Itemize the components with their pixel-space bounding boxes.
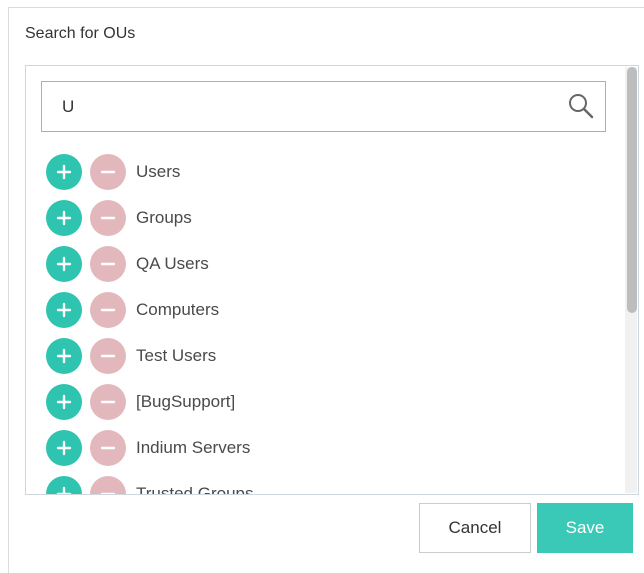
ou-label: Users [136, 162, 181, 181]
remove-ou-button[interactable] [90, 338, 126, 374]
add-ou-button[interactable] [46, 292, 82, 328]
ou-list: Users Groups QA Users Computers Test Users [B… [46, 154, 606, 495]
list-item: Computers [46, 292, 606, 338]
remove-ou-button[interactable] [90, 292, 126, 328]
list-item: [BugSupport] [46, 384, 606, 430]
remove-ou-button[interactable] [90, 384, 126, 420]
plus-icon [56, 440, 72, 456]
remove-ou-button[interactable] [90, 430, 126, 466]
ou-label: [BugSupport] [136, 392, 236, 411]
add-ou-button[interactable] [46, 384, 82, 420]
cancel-button[interactable]: Cancel [419, 503, 531, 553]
plus-icon [56, 394, 72, 410]
list-item: Trusted Groups [46, 476, 606, 495]
ou-label: Trusted Groups [136, 484, 254, 495]
minus-icon [100, 492, 116, 494]
minus-icon [100, 216, 116, 220]
remove-ou-button[interactable] [90, 246, 126, 282]
list-item: Users [46, 154, 606, 200]
plus-icon [56, 256, 72, 272]
plus-icon [56, 210, 72, 226]
minus-icon [100, 400, 116, 404]
minus-icon [100, 262, 116, 266]
ou-list-panel[interactable]: U Users Groups QA Users Computers Test Users… [25, 65, 639, 495]
scrollbar-thumb[interactable] [627, 67, 637, 313]
ou-label: Indium Servers [136, 438, 251, 457]
ou-label: Test Users [136, 346, 217, 365]
list-item: QA Users [46, 246, 606, 292]
minus-icon [100, 170, 116, 174]
search-icon[interactable] [567, 92, 595, 120]
list-item: Test Users [46, 338, 606, 384]
remove-ou-button[interactable] [90, 200, 126, 236]
ou-label: QA Users [136, 254, 209, 273]
add-ou-button[interactable] [46, 430, 82, 466]
search-input-value: U [62, 97, 75, 116]
ou-label: Computers [136, 300, 220, 319]
add-ou-button[interactable] [46, 200, 82, 236]
minus-icon [100, 446, 116, 450]
dialog-title: Search for OUs [25, 25, 136, 42]
remove-ou-button[interactable] [90, 154, 126, 190]
plus-icon [56, 164, 72, 180]
search-input[interactable]: U [41, 81, 606, 132]
list-item: Groups [46, 200, 606, 246]
add-ou-button[interactable] [46, 154, 82, 190]
plus-icon [56, 302, 72, 318]
minus-icon [100, 308, 116, 312]
plus-icon [56, 486, 72, 494]
search-ous-dialog: Search for OUs U Users Groups QA Users Comp… [8, 7, 644, 573]
save-button[interactable]: Save [537, 503, 633, 553]
minus-icon [100, 354, 116, 358]
scrollbar[interactable] [625, 67, 637, 493]
list-item: Indium Servers [46, 430, 606, 476]
plus-icon [56, 348, 72, 364]
ou-label: Groups [136, 208, 192, 227]
add-ou-button[interactable] [46, 246, 82, 282]
remove-ou-button[interactable] [90, 476, 126, 494]
add-ou-button[interactable] [46, 338, 82, 374]
add-ou-button[interactable] [46, 476, 82, 494]
